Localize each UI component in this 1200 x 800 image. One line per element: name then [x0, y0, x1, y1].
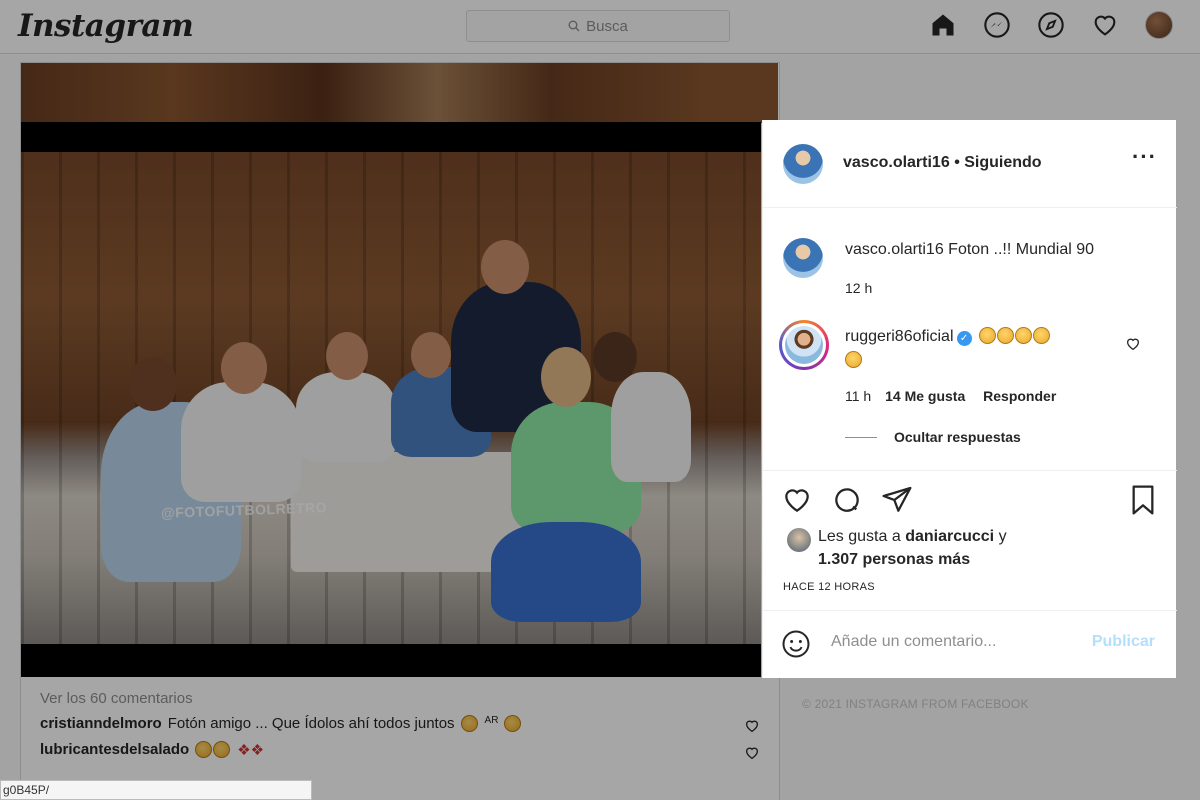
comment-time: 11 h [845, 388, 872, 404]
comment-icon[interactable] [831, 484, 863, 516]
caption-author-avatar[interactable] [783, 238, 823, 278]
add-comment-bar: Publicar [763, 610, 1177, 678]
top-nav: Instagram Busca [0, 0, 1200, 54]
comment-likes[interactable]: 14 Me gusta [885, 388, 965, 404]
divider [763, 470, 1177, 471]
hide-replies-button[interactable]: Ocultar respuestas [894, 429, 1021, 445]
photo-head [593, 332, 637, 382]
comment-username[interactable]: cristianndelmoro [40, 715, 162, 733]
feed-comments: Ver los 60 comentarios cristianndelmoro … [40, 690, 522, 759]
follow-status[interactable]: • Siguiendo [954, 154, 1041, 171]
messenger-icon[interactable] [982, 10, 1012, 40]
comment-like-icon[interactable] [744, 718, 760, 734]
photo-figure [181, 382, 301, 502]
red-emoji: ❖❖ [237, 742, 265, 759]
comment-like-icon[interactable] [1125, 336, 1141, 352]
author-line: vasco.olarti16 • Siguiendo [843, 154, 1042, 172]
liker-avatar[interactable] [787, 528, 811, 552]
liked-by-line: Les gusta a daniarcucci y [818, 528, 1007, 546]
more-options-icon[interactable]: ··· [1132, 146, 1157, 168]
heart-icon[interactable] [1090, 10, 1120, 40]
photo-head [411, 332, 451, 378]
action-bar [781, 484, 913, 516]
photo-head [129, 357, 177, 411]
liked-by-user[interactable]: daniarcucci [905, 528, 994, 545]
caption-line: vasco.olarti16 Foton ..!! Mundial 90 [845, 241, 1094, 259]
author-username[interactable]: vasco.olarti16 [843, 154, 950, 171]
verified-badge-icon: ✓ [956, 331, 972, 346]
feed-post-image-top [21, 63, 778, 123]
photo-head [326, 332, 368, 380]
comment-meta: 11 h 14 Me gusta Responder [845, 388, 1056, 404]
comment-line: ruggeri86oficial ✓ [845, 327, 1051, 346]
photo-head [481, 240, 529, 294]
photo-figure [491, 522, 641, 622]
photo-figure [296, 372, 396, 462]
post-photo: @FOTOFUTBOLRETRO [21, 152, 761, 644]
instagram-logo[interactable]: Instagram [18, 8, 194, 44]
search-icon [568, 20, 580, 32]
commenter-avatar[interactable] [779, 320, 829, 370]
publish-button[interactable]: Publicar [1092, 633, 1155, 651]
author-avatar[interactable] [783, 144, 823, 184]
caption-text: Foton ..!! Mundial 90 [948, 241, 1095, 258]
status-url: g0B45P/ [0, 780, 312, 800]
posted-ago: HACE 12 HORAS [783, 581, 875, 593]
comment-suffix: AR [484, 715, 499, 726]
view-all-comments-link[interactable]: Ver los 60 comentarios [40, 690, 522, 707]
liked-by-others[interactable]: 1.307 personas más [818, 551, 970, 569]
emoji-icon[interactable] [781, 629, 811, 659]
search-box[interactable]: Busca [466, 10, 730, 42]
share-icon[interactable] [881, 484, 913, 516]
feed-comment: lubricantesdelsalado ❖❖ [40, 741, 522, 759]
profile-avatar[interactable] [1144, 10, 1174, 40]
save-icon[interactable] [1128, 484, 1158, 516]
comment-username[interactable]: lubricantesdelsalado [40, 741, 189, 759]
post-header: vasco.olarti16 • Siguiendo ··· [763, 120, 1177, 208]
reply-button[interactable]: Responder [983, 388, 1056, 404]
muscle-emoji [504, 715, 522, 733]
clap-emoji [978, 327, 1051, 345]
footer-copyright: © 2021 INSTAGRAM FROM FACEBOOK [802, 697, 1029, 711]
comment-text: Fotón amigo ... Que Ídolos ahí todos jun… [167, 715, 455, 732]
feed-comment: cristianndelmoro Fotón amigo ... Que Ído… [40, 715, 522, 733]
home-icon[interactable] [928, 10, 958, 40]
clap-emoji [460, 715, 479, 733]
caption-time: 12 h [845, 280, 873, 296]
post-side-panel: vasco.olarti16 • Siguiendo ··· vasco.ola… [762, 120, 1177, 678]
caption-username[interactable]: vasco.olarti16 [845, 241, 944, 258]
clap-emoji [845, 351, 863, 370]
like-icon[interactable] [781, 484, 813, 516]
photo-figure [611, 372, 691, 482]
clap-emoji [195, 741, 231, 759]
replies-line [845, 437, 877, 438]
liked-by-suffix: y [998, 528, 1007, 545]
commenter-username[interactable]: ruggeri86oficial [845, 328, 954, 345]
liked-by-prefix: Les gusta a [818, 528, 901, 545]
photo-head [221, 342, 267, 394]
explore-icon[interactable] [1036, 10, 1066, 40]
search-placeholder: Busca [586, 17, 628, 35]
comment-input[interactable] [831, 633, 1081, 651]
photo-head [541, 347, 591, 407]
comment-like-icon[interactable] [744, 745, 760, 761]
